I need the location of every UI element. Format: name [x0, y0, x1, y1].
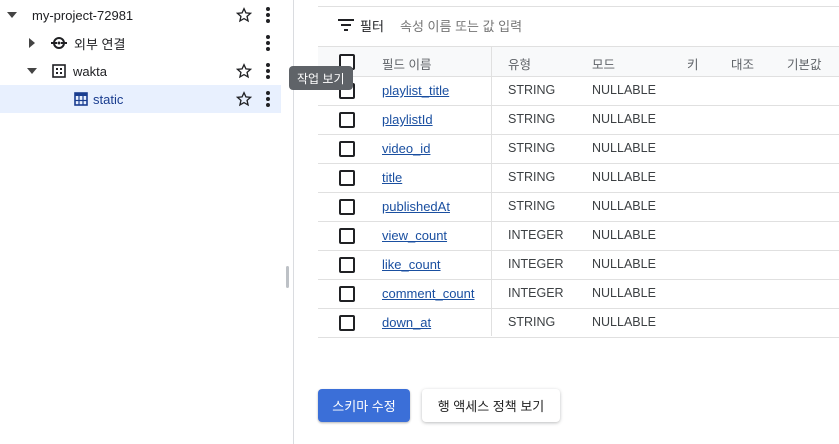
field-mode: NULLABLE [592, 83, 656, 97]
field-type: STRING [508, 83, 556, 97]
caret-down-icon[interactable] [25, 64, 39, 78]
field-name-link[interactable]: comment_count [382, 286, 475, 301]
field-mode: NULLABLE [592, 286, 656, 300]
tree-row-project[interactable]: my-project-72981 [0, 1, 281, 29]
table-row: video_id STRING NULLABLE [318, 134, 839, 164]
table-row: playlist_title STRING NULLABLE [318, 76, 839, 106]
row-checkbox[interactable] [339, 141, 355, 157]
external-connection-icon [50, 34, 68, 52]
header-mode: 모드 [592, 58, 616, 72]
field-mode: NULLABLE [592, 228, 656, 242]
more-vert-icon[interactable] [262, 6, 274, 24]
row-checkbox[interactable] [339, 315, 355, 331]
field-mode: NULLABLE [592, 170, 656, 184]
field-name-link[interactable]: down_at [382, 315, 431, 330]
action-tooltip: 작업 보기 [289, 66, 353, 90]
tree-row-table-static[interactable]: static [0, 85, 281, 113]
header-field-name: 필드 이름 [382, 58, 432, 72]
field-type: STRING [508, 315, 556, 329]
field-mode: NULLABLE [592, 257, 656, 271]
table-icon [72, 90, 90, 108]
dataset-icon [50, 62, 68, 80]
star-icon[interactable] [235, 62, 253, 80]
header-key: 키 [687, 58, 699, 72]
table-row: title STRING NULLABLE [318, 163, 839, 193]
field-name-link[interactable]: publishedAt [382, 199, 450, 214]
table-row: playlistId STRING NULLABLE [318, 105, 839, 135]
table-row: like_count INTEGER NULLABLE [318, 250, 839, 280]
caret-down-icon[interactable] [5, 8, 19, 22]
field-type: STRING [508, 170, 556, 184]
table-row: publishedAt STRING NULLABLE [318, 192, 839, 222]
field-mode: NULLABLE [592, 315, 656, 329]
field-name-link[interactable]: playlist_title [382, 83, 449, 98]
caret-right-icon[interactable] [25, 36, 39, 50]
table-header: 필드 이름 유형 모드 키 대조 기본값 [318, 46, 839, 77]
dataset-label: wakta [73, 63, 107, 79]
schema-panel: 필터 필드 이름 유형 모드 키 대조 기본값 playlist_title S… [294, 0, 839, 444]
table-row: comment_count INTEGER NULLABLE [318, 279, 839, 309]
field-type: STRING [508, 141, 556, 155]
filter-button[interactable]: 필터 [338, 14, 384, 36]
field-type: STRING [508, 199, 556, 213]
more-vert-icon[interactable] [262, 90, 274, 108]
tree-row-external-connections[interactable]: 외부 연결 [0, 29, 281, 57]
field-type: INTEGER [508, 257, 564, 271]
panel-resize-handle[interactable] [286, 266, 289, 288]
project-label: my-project-72981 [32, 7, 134, 23]
field-name-link[interactable]: title [382, 170, 402, 185]
table-row: down_at STRING NULLABLE [318, 308, 839, 338]
row-checkbox[interactable] [339, 257, 355, 273]
table-row: view_count INTEGER NULLABLE [318, 221, 839, 251]
row-checkbox[interactable] [339, 112, 355, 128]
row-checkbox[interactable] [339, 286, 355, 302]
more-vert-icon[interactable] [262, 34, 274, 52]
filter-label: 필터 [360, 18, 384, 34]
star-icon[interactable] [235, 90, 253, 108]
filter-input[interactable] [398, 14, 702, 38]
external-connections-label: 외부 연결 [74, 36, 126, 52]
header-type: 유형 [508, 58, 532, 72]
field-mode: NULLABLE [592, 112, 656, 126]
header-collation: 대조 [731, 58, 755, 72]
field-type: INTEGER [508, 286, 564, 300]
field-name-link[interactable]: playlistId [382, 112, 433, 127]
table-label: static [93, 91, 124, 107]
header-default: 기본값 [787, 58, 822, 72]
row-checkbox[interactable] [339, 170, 355, 186]
view-row-access-policies-button[interactable]: 행 액세스 정책 보기 [422, 389, 560, 422]
explorer-sidebar: my-project-72981 외부 연결 wakta static [0, 0, 281, 444]
divider [318, 6, 839, 7]
field-mode: NULLABLE [592, 141, 656, 155]
tree-row-dataset-wakta[interactable]: wakta [0, 57, 281, 85]
field-name-link[interactable]: view_count [382, 228, 447, 243]
field-mode: NULLABLE [592, 199, 656, 213]
row-checkbox[interactable] [339, 199, 355, 215]
more-vert-icon[interactable] [262, 62, 274, 80]
field-name-link[interactable]: video_id [382, 141, 430, 156]
field-type: STRING [508, 112, 556, 126]
field-type: INTEGER [508, 228, 564, 242]
star-icon[interactable] [235, 6, 253, 24]
edit-schema-button[interactable]: 스키마 수정 [318, 389, 410, 422]
filter-icon [338, 19, 354, 31]
row-checkbox[interactable] [339, 228, 355, 244]
field-name-link[interactable]: like_count [382, 257, 441, 272]
